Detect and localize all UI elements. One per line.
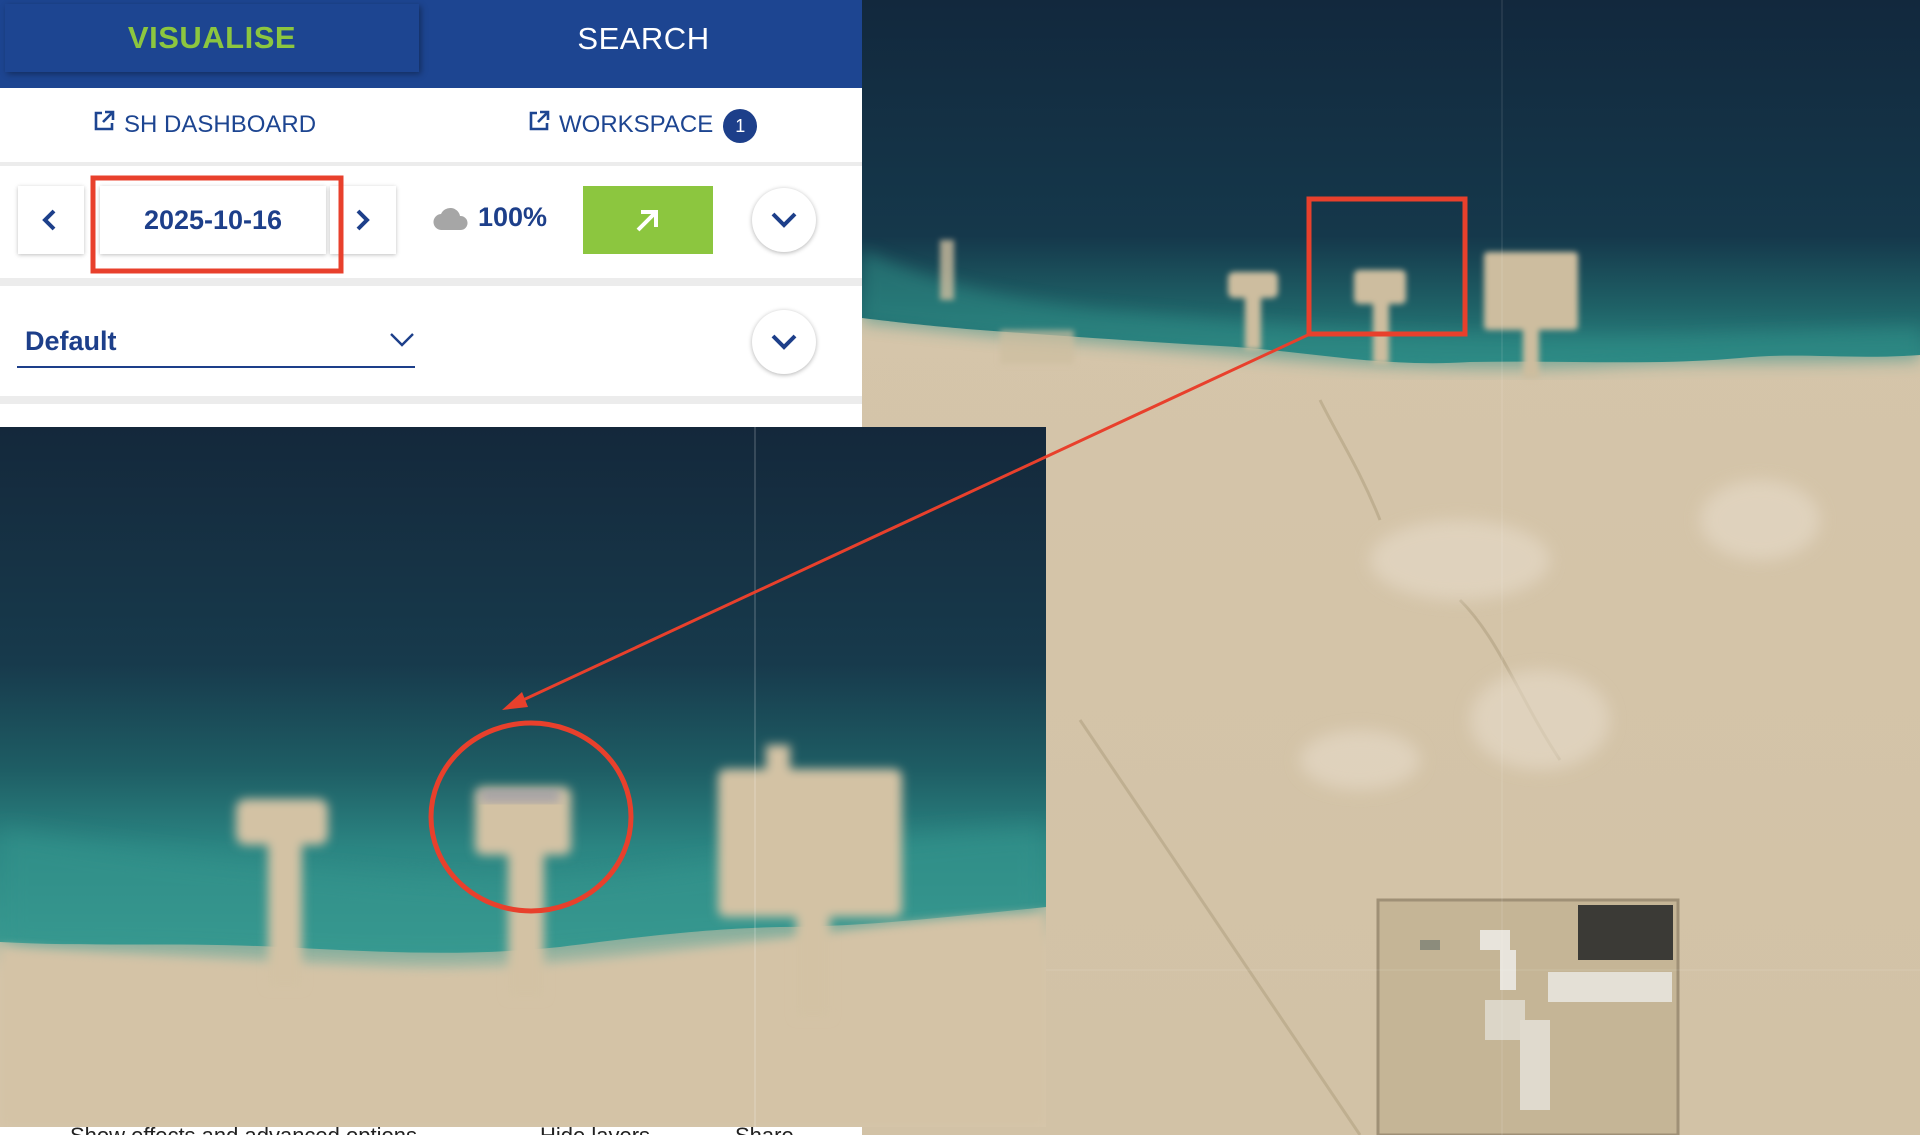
date-picker[interactable]: 2025-10-16 xyxy=(100,186,326,254)
main-tabs: VISUALISE SEARCH xyxy=(0,0,862,88)
arrow-up-right-icon xyxy=(636,210,658,232)
next-date-button[interactable] xyxy=(330,186,396,254)
sh-dashboard-link[interactable]: SH DASHBOARD xyxy=(92,88,316,162)
zoomed-satellite-imagery xyxy=(0,427,1046,1127)
cloud-icon xyxy=(433,206,469,237)
sh-dashboard-label: SH DASHBOARD xyxy=(124,111,317,138)
chevron-right-icon xyxy=(356,209,370,231)
workspace-count-badge: 1 xyxy=(723,108,758,143)
workspace-link[interactable]: WORKSPACE 1 xyxy=(527,88,758,163)
workspace-label: WORKSPACE xyxy=(559,111,714,138)
chevron-left-icon xyxy=(42,209,56,231)
zoomed-inset-image xyxy=(0,427,1046,1127)
side-panel: VISUALISE SEARCH SH DASHBOARD WORKSPACE 1… xyxy=(0,0,862,427)
layer-row: Default xyxy=(0,286,862,404)
layer-select[interactable]: Default xyxy=(17,314,415,368)
date-toolbar: 2025-10-16 100% xyxy=(0,166,862,286)
layer-select-value: Default xyxy=(25,326,117,356)
chevron-down-icon xyxy=(771,212,797,228)
search-images-button[interactable] xyxy=(583,186,713,254)
cloud-coverage-value: 100% xyxy=(478,202,548,232)
expand-date-options-button[interactable] xyxy=(752,188,816,252)
tab-search[interactable]: SEARCH xyxy=(425,0,862,88)
chevron-down-icon xyxy=(390,333,414,347)
previous-date-button[interactable] xyxy=(18,186,84,254)
external-link-icon xyxy=(527,89,551,163)
expand-layer-options-button[interactable] xyxy=(752,310,816,374)
links-row: SH DASHBOARD WORKSPACE 1 xyxy=(0,88,862,166)
tab-visualise[interactable]: VISUALISE xyxy=(5,4,419,72)
chevron-down-icon xyxy=(771,334,797,350)
external-link-icon xyxy=(92,89,116,163)
